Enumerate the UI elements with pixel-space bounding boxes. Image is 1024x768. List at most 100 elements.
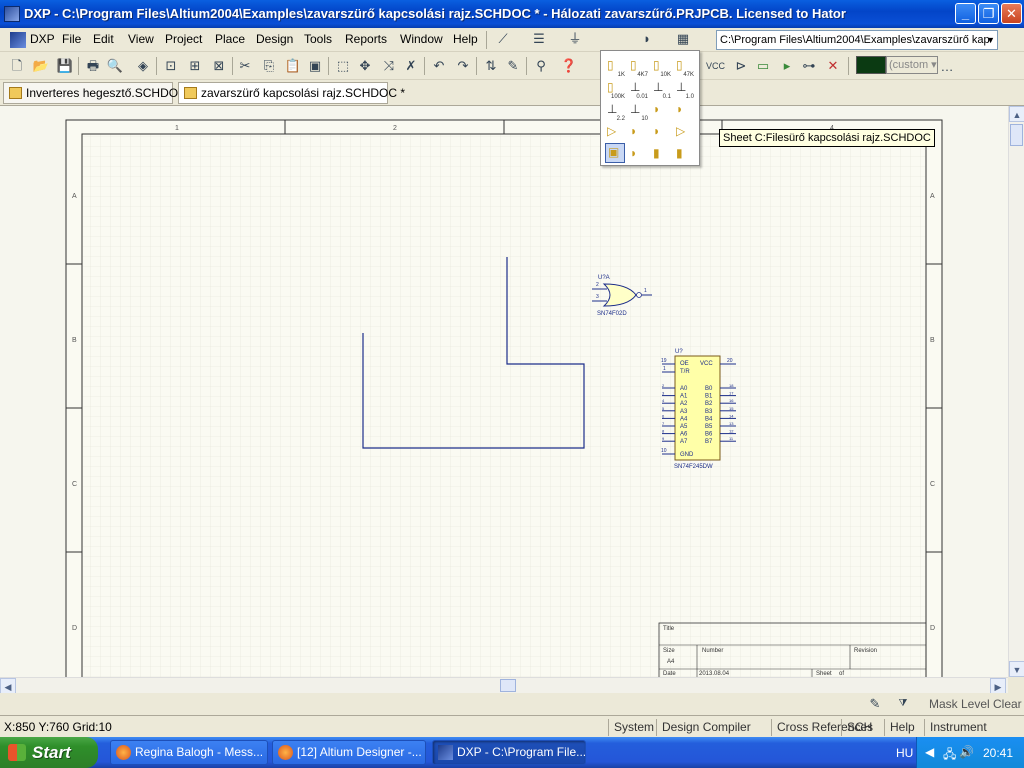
palette-and2-icon[interactable]: ◗ — [628, 123, 648, 143]
save-icon[interactable]: 💾 — [56, 57, 74, 75]
menu-place[interactable]: Place — [215, 32, 245, 46]
paste-icon[interactable]: 📋 — [284, 57, 302, 75]
palette-cap-10[interactable]: ⊥ 10 — [628, 101, 648, 122]
maximize-button[interactable]: ❐ — [978, 3, 999, 24]
volume-icon[interactable]: 🔊 — [959, 745, 974, 759]
language-indicator[interactable]: HU — [896, 746, 913, 760]
directive-icon[interactable]: ⊶ — [800, 57, 818, 75]
power-port-icon[interactable]: ⏚ — [566, 30, 584, 48]
menu-tools[interactable]: Tools — [304, 32, 332, 46]
palette-ic-icon[interactable]: ▮ — [651, 145, 671, 165]
color-swatch[interactable] — [856, 56, 886, 74]
schematic-canvas[interactable]: 1 2 3 4 A A B B C C D D U?A SN74F02D 1 2… — [0, 106, 1008, 677]
palette-and-gate-icon[interactable]: ◗ — [651, 101, 671, 121]
palette-nor-gate-icon[interactable]: ◗ — [628, 145, 648, 165]
clear-button[interactable]: Clear — [993, 697, 1022, 711]
panel-help[interactable]: Help — [884, 719, 920, 736]
vertical-scrollbar[interactable]: ▲ ▼ — [1008, 106, 1024, 677]
sheet-symbol-icon[interactable]: ▭ — [754, 57, 772, 75]
more-options-icon[interactable]: … — [938, 58, 956, 76]
palette-res-1k[interactable]: ▯ 1K — [605, 57, 625, 78]
zoom-area-icon[interactable]: ⊞ — [186, 57, 204, 75]
menu-reports[interactable]: Reports — [345, 32, 387, 46]
palette-res-100k[interactable]: ▯ 100K — [605, 79, 625, 100]
filter-icon[interactable]: ⧩ — [894, 695, 912, 713]
menu-help[interactable]: Help — [453, 32, 478, 46]
deselect-icon[interactable]: ⤨ — [380, 57, 398, 75]
tray-back-icon[interactable]: ◀ — [925, 745, 934, 759]
undo-icon[interactable]: ↶ — [430, 57, 448, 75]
menu-view[interactable]: View — [128, 32, 154, 46]
custom-style-select[interactable]: (custom ▾ — [886, 56, 938, 74]
vertical-scroll-thumb[interactable] — [1010, 124, 1023, 146]
scroll-left-icon[interactable]: ◀ — [0, 678, 16, 694]
palette-cap-2-2[interactable]: ⊥ 2.2 — [605, 101, 625, 122]
grid-tool-icon[interactable]: ▦ — [674, 30, 692, 48]
new-document-icon[interactable]: 🗋 — [8, 57, 26, 75]
panel-sch[interactable]: SCH — [841, 719, 877, 736]
palette-ic2-icon[interactable]: ▮ — [674, 145, 694, 165]
menu-project[interactable]: Project — [165, 32, 202, 46]
copy-icon[interactable]: ⎘ — [260, 57, 278, 75]
clock[interactable]: 20:41 — [983, 746, 1013, 760]
cross-probe-icon[interactable]: ✎ — [504, 57, 522, 75]
component-palette-popup[interactable]: ▯ 1K ▯ 4K7 ▯ 10K ▯ 47K ▯ 100K ⊥ 0.01 ⊥ 0.1 ⊥ 1.0… — [600, 50, 700, 166]
chevron-down-icon[interactable]: ▼ — [986, 31, 995, 49]
tab-inverteres-hegeszto[interactable]: Inverteres hegesztő.SCHDOC — [3, 82, 187, 104]
menu-dxp[interactable]: DXP — [30, 32, 55, 46]
palette-inverter-icon[interactable]: ▷ — [674, 123, 694, 143]
move-icon[interactable]: ✥ — [356, 57, 374, 75]
no-erc-icon[interactable]: ✕ — [824, 57, 842, 75]
gate-tool-icon[interactable]: ◗ — [638, 30, 656, 48]
clear-filter-icon[interactable]: ✗ — [402, 57, 420, 75]
menu-file[interactable]: File — [62, 32, 81, 46]
help-icon[interactable]: ❓ — [560, 57, 578, 75]
palette-buffer-icon[interactable]: ▷ — [605, 123, 625, 143]
mask-level-button[interactable]: Mask Level — [929, 697, 990, 711]
scroll-up-icon[interactable]: ▲ — [1009, 106, 1024, 122]
taskbar-item-dxp[interactable]: DXP - C:\Program File... — [432, 740, 586, 765]
browse-library-icon[interactable]: ⚲ — [532, 57, 550, 75]
panel-instrument-racks[interactable]: Instrument Racks — [924, 719, 1024, 750]
layers-icon[interactable]: ◈ — [134, 57, 152, 75]
palette-res-10k[interactable]: ▯ 10K — [651, 57, 671, 78]
vcc-port-icon[interactable]: VCC — [706, 57, 725, 75]
palette-res-4k7[interactable]: ▯ 4K7 — [628, 57, 648, 78]
palette-res-47k[interactable]: ▯ 47K — [674, 57, 694, 78]
scroll-right-icon[interactable]: ▶ — [990, 678, 1006, 694]
open-folder-icon[interactable]: 📂 — [32, 57, 50, 75]
taskbar-item-altium[interactable]: [12] Altium Designer -... — [272, 740, 426, 765]
palette-nand-gate-icon[interactable]: ◗ — [674, 101, 694, 121]
palette-cap-0-01[interactable]: ⊥ 0.01 — [628, 79, 648, 100]
menu-design[interactable]: Design — [256, 32, 293, 46]
rubber-stamp-icon[interactable]: ▣ — [306, 57, 324, 75]
palette-cap-1-0[interactable]: ⊥ 1.0 — [674, 79, 694, 100]
horizontal-scroll-thumb[interactable] — [500, 679, 516, 692]
panel-design-compiler[interactable]: Design Compiler — [656, 719, 756, 736]
close-button[interactable]: ✕ — [1001, 3, 1022, 24]
palette-cap-0-1[interactable]: ⊥ 0.1 — [651, 79, 671, 100]
wire-tool-icon[interactable]: ⟋ — [494, 30, 512, 48]
tab-zavarszuro[interactable]: zavarszürő kapcsolási rajz.SCHDOC * — [178, 82, 405, 104]
horizontal-scrollbar[interactable]: ◀ ▶ — [0, 677, 1008, 694]
print-icon[interactable]: 🖶 — [84, 57, 102, 75]
cut-icon[interactable]: ✂ — [236, 57, 254, 75]
mask-pen-icon[interactable]: ✎ — [866, 695, 884, 713]
menu-edit[interactable]: Edit — [93, 32, 114, 46]
document-path-combo[interactable]: C:\Program Files\Altium2004\Examples\zav… — [716, 30, 998, 50]
minimize-button[interactable]: _ — [955, 3, 976, 24]
up-down-hierarchy-icon[interactable]: ⇅ — [482, 57, 500, 75]
zoom-selection-icon[interactable]: ⊠ — [210, 57, 228, 75]
port-icon[interactable]: ⊳ — [732, 57, 750, 75]
select-area-icon[interactable]: ⬚ — [334, 57, 352, 75]
print-preview-icon[interactable]: 🔍 — [106, 57, 124, 75]
sheet-entry-icon[interactable]: ▸ — [778, 57, 796, 75]
align-tool-icon[interactable]: ☰ — [530, 30, 548, 48]
palette-selected-sheet-icon[interactable]: ▣ — [605, 143, 625, 163]
taskbar-item-messenger[interactable]: Regina Balogh - Mess... — [110, 740, 268, 765]
network-icon[interactable]: 🖧 — [943, 745, 956, 766]
menu-window[interactable]: Window — [400, 32, 443, 46]
zoom-fit-icon[interactable]: ⊡ — [162, 57, 180, 75]
panel-system[interactable]: System — [608, 719, 659, 736]
schematic-sheet[interactable]: 1 2 3 4 A A B B C C D D U?A SN74F02D 1 2… — [0, 106, 1008, 677]
